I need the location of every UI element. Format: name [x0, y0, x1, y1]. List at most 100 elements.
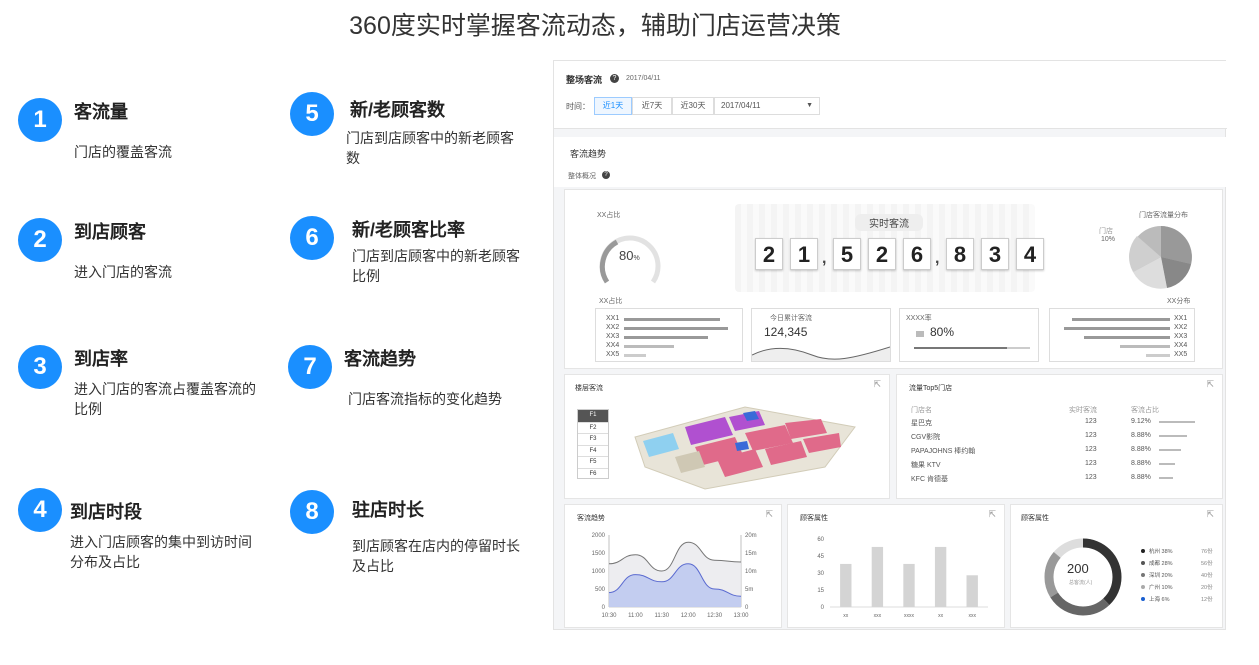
attr2-title: 顾客属性	[1021, 515, 1049, 522]
y-tick-label: 0	[602, 605, 606, 611]
top5-bar	[1159, 435, 1187, 437]
feature-desc: 门店到店顾客中的新老顾客数	[346, 130, 514, 166]
store-pie	[1129, 226, 1192, 289]
top5-name: 糖果 KTV	[911, 462, 941, 469]
feature-desc: 门店客流指标的变化趋势	[348, 391, 502, 407]
overview-panel: XX占比 80% 实时客流 2 1 , 5 2 6 , 8 3 4 门店客流量分…	[564, 189, 1223, 369]
external-link-icon[interactable]: ⇱	[765, 509, 773, 520]
feature-desc: 门店到店顾客中的新老顾客比例	[352, 248, 520, 284]
feature-title: 到店顾客	[74, 222, 146, 242]
realtime-digit: 3	[981, 238, 1009, 270]
floor-item[interactable]: F2	[578, 421, 608, 434]
floor-item[interactable]: F3	[578, 433, 608, 445]
help-icon[interactable]: ?	[610, 74, 619, 83]
feature-desc: 进入门店的客流	[74, 264, 172, 280]
legend-item: 上海 6% 12份	[1141, 595, 1221, 605]
top5-bar	[1159, 421, 1195, 423]
time-label: 时间：	[566, 102, 590, 111]
bar	[903, 563, 915, 607]
bar	[624, 345, 674, 348]
legend-label: 上海 6%	[1149, 597, 1170, 603]
bar-label: XX5	[606, 351, 620, 358]
legend-value: 20份	[1201, 585, 1213, 591]
legend-dot	[1141, 573, 1145, 577]
legend-dot	[1141, 549, 1145, 553]
bar	[624, 336, 708, 339]
top5-panel: 流量Top5门店 ⇱ 门店名 实时客流 客流占比 星巴克 123 9.12% C…	[896, 374, 1223, 499]
donut-sub: 总客流(人)	[1069, 580, 1093, 586]
external-link-icon[interactable]: ⇱	[988, 509, 996, 520]
external-link-icon[interactable]: ⇱	[1206, 509, 1214, 520]
dashboard-preview: 整场客流 ? 2017/04/11 时间： 近1天 近7天 近30天 2017/…	[553, 60, 1227, 630]
external-link-icon[interactable]: ⇱	[873, 379, 881, 390]
time-btn-30d[interactable]: 近30天	[672, 97, 714, 115]
realtime-title: 实时客流	[855, 214, 923, 231]
top5-name: PAPAJOHNS 棒约翰	[911, 448, 976, 455]
x-tick-label: 11:30	[655, 613, 670, 619]
top5-bar	[1159, 477, 1173, 479]
external-link-icon[interactable]: ⇱	[1206, 379, 1214, 390]
x-tick-label: xxxx	[904, 613, 915, 619]
top5-count: 123	[1085, 446, 1097, 453]
y-tick-label: 15	[817, 588, 824, 594]
legend-item: 杭州 38% 76份	[1141, 547, 1221, 557]
bar	[1084, 336, 1170, 339]
left-bars-box: XX1 XX2 XX3 XX4 XX5	[595, 308, 743, 362]
floor-item[interactable]: F1	[578, 410, 608, 422]
floor-item[interactable]: F5	[578, 456, 608, 468]
feature-title: 新/老顾客数	[350, 100, 446, 120]
trend-panel: 客流趋势 ⇱ 2000 1500 1000 500 0 20m 15m 10m 5m 0 10:30…	[564, 504, 782, 628]
legend-value: 40份	[1201, 573, 1213, 579]
y-tick-label: 45	[817, 554, 824, 560]
feature-desc: 门店的覆盖客流	[74, 144, 172, 160]
feature-number: 2	[18, 218, 62, 262]
bar	[624, 354, 646, 357]
feature-number: 5	[290, 92, 334, 136]
top5-bar	[1159, 463, 1175, 465]
y-tick-label: 30	[817, 571, 824, 577]
gauge-value: 80%	[619, 248, 640, 263]
feature-number: 3	[18, 345, 62, 389]
gauge-title: XX占比	[597, 212, 621, 219]
donut-chart	[1044, 538, 1122, 616]
pie-title: 门店客流量分布	[1139, 212, 1188, 219]
x-tick-label: xxx	[874, 613, 882, 619]
feature-number: 6	[290, 216, 334, 260]
legend-label: 杭州 38%	[1149, 549, 1173, 555]
feature-number: 4	[18, 488, 62, 532]
x-tick-label: xxx	[968, 613, 976, 619]
bar-label: XX2	[606, 324, 620, 331]
time-btn-1d[interactable]: 近1天	[594, 97, 632, 115]
legend-value: 56份	[1201, 561, 1213, 567]
floor-item[interactable]: F6	[578, 467, 608, 480]
y2-tick-label: 0	[745, 605, 749, 611]
legend-dot	[1141, 597, 1145, 601]
pie-label: 门店	[1099, 228, 1113, 235]
feature-4: 4 到店时段 进入门店顾客的集中到访时间分布及占比	[18, 488, 258, 578]
section-bar: 客流趋势 整体概况 ?	[554, 137, 1227, 187]
top5-title: 流量Top5门店	[909, 385, 953, 392]
rate-title: XXXX率	[906, 315, 932, 322]
time-btn-7d[interactable]: 近7天	[632, 97, 672, 115]
floor-panel: 楼层客流 ⇱ F1 F2 F3 F4 F5 F6	[564, 374, 890, 499]
bar	[1120, 345, 1170, 348]
bar-label: XX4	[1174, 342, 1188, 349]
top5-header: 客流占比	[1131, 407, 1159, 414]
y-tick-label: 500	[595, 587, 606, 593]
attr-bar-chart: 604530150xx xxx xxxx xx xxx	[817, 537, 988, 619]
help-icon[interactable]: ?	[602, 171, 610, 179]
top5-pct: 9.12%	[1131, 418, 1151, 425]
legend-item: 广州 10% 20份	[1141, 583, 1221, 593]
x-tick-label: 12:00	[681, 613, 697, 619]
bar	[624, 327, 728, 330]
floor-item[interactable]: F4	[578, 444, 608, 457]
realtime-digit: 2	[868, 238, 896, 270]
date-select[interactable]: 2017/04/11 ▼	[714, 97, 820, 115]
bar	[840, 563, 852, 607]
top5-count: 123	[1085, 418, 1097, 425]
feature-title: 到店时段	[70, 502, 142, 522]
today-box: 今日累计客流 124,345	[751, 308, 891, 362]
feature-title: 到店率	[74, 349, 128, 369]
y-tick-label: 60	[817, 537, 824, 543]
feature-number: 1	[18, 98, 62, 142]
